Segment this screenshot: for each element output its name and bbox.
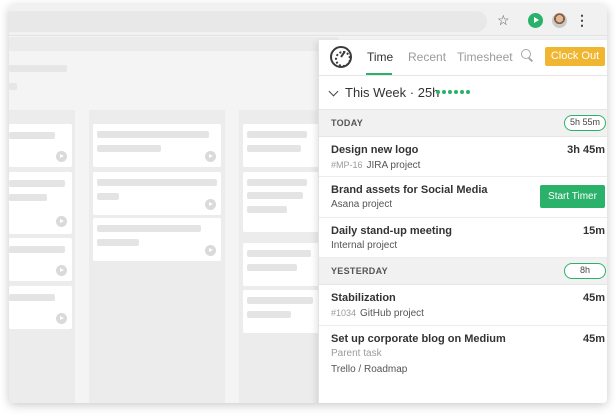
browser-window: ☆ ⋮ Time Recent Timesheet Clock Out This… bbox=[9, 5, 607, 403]
section-total-badge: 8h bbox=[564, 263, 606, 279]
search-icon[interactable] bbox=[521, 49, 533, 61]
entry-duration: 45m bbox=[582, 292, 605, 304]
entry-duration: 3h 45m bbox=[567, 144, 605, 156]
placeholder-card bbox=[9, 238, 72, 281]
start-timer-button[interactable]: Start Timer bbox=[540, 185, 605, 208]
placeholder-header bbox=[9, 37, 339, 51]
entry-project: #MP-16 JIRA project bbox=[331, 159, 420, 172]
tab-timesheet[interactable]: Timesheet bbox=[457, 50, 513, 64]
entry-title: Daily stand-up meeting bbox=[331, 225, 453, 237]
placeholder-card bbox=[9, 286, 72, 329]
entry-project: #1034 GitHub project bbox=[331, 307, 424, 320]
address-bar[interactable] bbox=[9, 11, 487, 32]
popup-header: Time Recent Timesheet Clock Out bbox=[319, 40, 607, 76]
section-today: TODAY 5h 55m bbox=[319, 110, 607, 137]
entry-title: Design new logo bbox=[331, 144, 419, 156]
entry-project: Trello / Roadmap bbox=[331, 364, 408, 375]
week-progress-dots bbox=[436, 90, 470, 94]
entry-project: Internal project bbox=[331, 240, 398, 251]
section-total-badge: 5h 55m bbox=[564, 115, 606, 131]
tracker-logo-icon bbox=[330, 46, 352, 68]
placeholder-card bbox=[243, 243, 319, 286]
time-entry[interactable]: Stabilization #1034 GitHub project 45m bbox=[319, 285, 607, 326]
placeholder-card bbox=[243, 124, 319, 167]
entry-title: Set up corporate blog on Medium bbox=[331, 333, 506, 345]
placeholder-column bbox=[89, 110, 225, 403]
entry-title: Brand assets for Social Media bbox=[331, 184, 488, 196]
placeholder-card bbox=[9, 124, 72, 167]
section-label: YESTERDAY bbox=[331, 266, 388, 276]
browser-toolbar: ☆ ⋮ bbox=[9, 5, 607, 36]
placeholder-title bbox=[9, 83, 17, 90]
week-total-label: This Week · 25h bbox=[345, 85, 440, 100]
kebab-menu-icon[interactable]: ⋮ bbox=[575, 11, 589, 29]
placeholder-card bbox=[93, 218, 221, 261]
placeholder-card bbox=[93, 124, 221, 167]
clock-out-button[interactable]: Clock Out bbox=[545, 47, 605, 66]
entry-parent-task: Parent task bbox=[331, 348, 382, 359]
avatar-icon[interactable] bbox=[552, 13, 567, 28]
entry-id: #1034 bbox=[331, 308, 357, 318]
play-extension-icon[interactable] bbox=[528, 13, 543, 28]
placeholder-card bbox=[9, 172, 72, 234]
time-entry[interactable]: Brand assets for Social Media Asana proj… bbox=[319, 177, 607, 218]
time-entry[interactable]: Set up corporate blog on Medium Parent t… bbox=[319, 326, 607, 382]
chevron-down-icon[interactable] bbox=[328, 86, 339, 97]
entry-duration: 45m bbox=[582, 333, 605, 345]
entry-project-name: GitHub project bbox=[360, 308, 424, 319]
section-label: TODAY bbox=[331, 118, 364, 128]
entry-duration: 15m bbox=[582, 225, 605, 237]
entry-project: Asana project bbox=[331, 199, 393, 210]
active-tab-indicator bbox=[366, 73, 392, 75]
time-tracker-popup: Time Recent Timesheet Clock Out This Wee… bbox=[318, 40, 607, 403]
entry-project-name: JIRA project bbox=[366, 160, 421, 171]
tab-time[interactable]: Time bbox=[367, 50, 393, 64]
placeholder-card bbox=[93, 172, 221, 215]
entry-title: Stabilization bbox=[331, 292, 396, 304]
star-icon[interactable]: ☆ bbox=[497, 11, 510, 29]
time-entry[interactable]: Design new logo #MP-16 JIRA project 3h 45… bbox=[319, 137, 607, 177]
week-summary[interactable]: This Week · 25h bbox=[319, 76, 607, 110]
placeholder-column bbox=[239, 110, 319, 403]
tab-recent[interactable]: Recent bbox=[408, 50, 446, 64]
section-yesterday: YESTERDAY 8h bbox=[319, 258, 607, 285]
placeholder-card bbox=[243, 290, 319, 333]
entry-id: #MP-16 bbox=[331, 160, 363, 170]
placeholder-card bbox=[243, 172, 319, 232]
time-entry[interactable]: Daily stand-up meeting Internal project … bbox=[319, 218, 607, 258]
placeholder-title bbox=[9, 65, 67, 72]
placeholder-column bbox=[9, 110, 75, 403]
